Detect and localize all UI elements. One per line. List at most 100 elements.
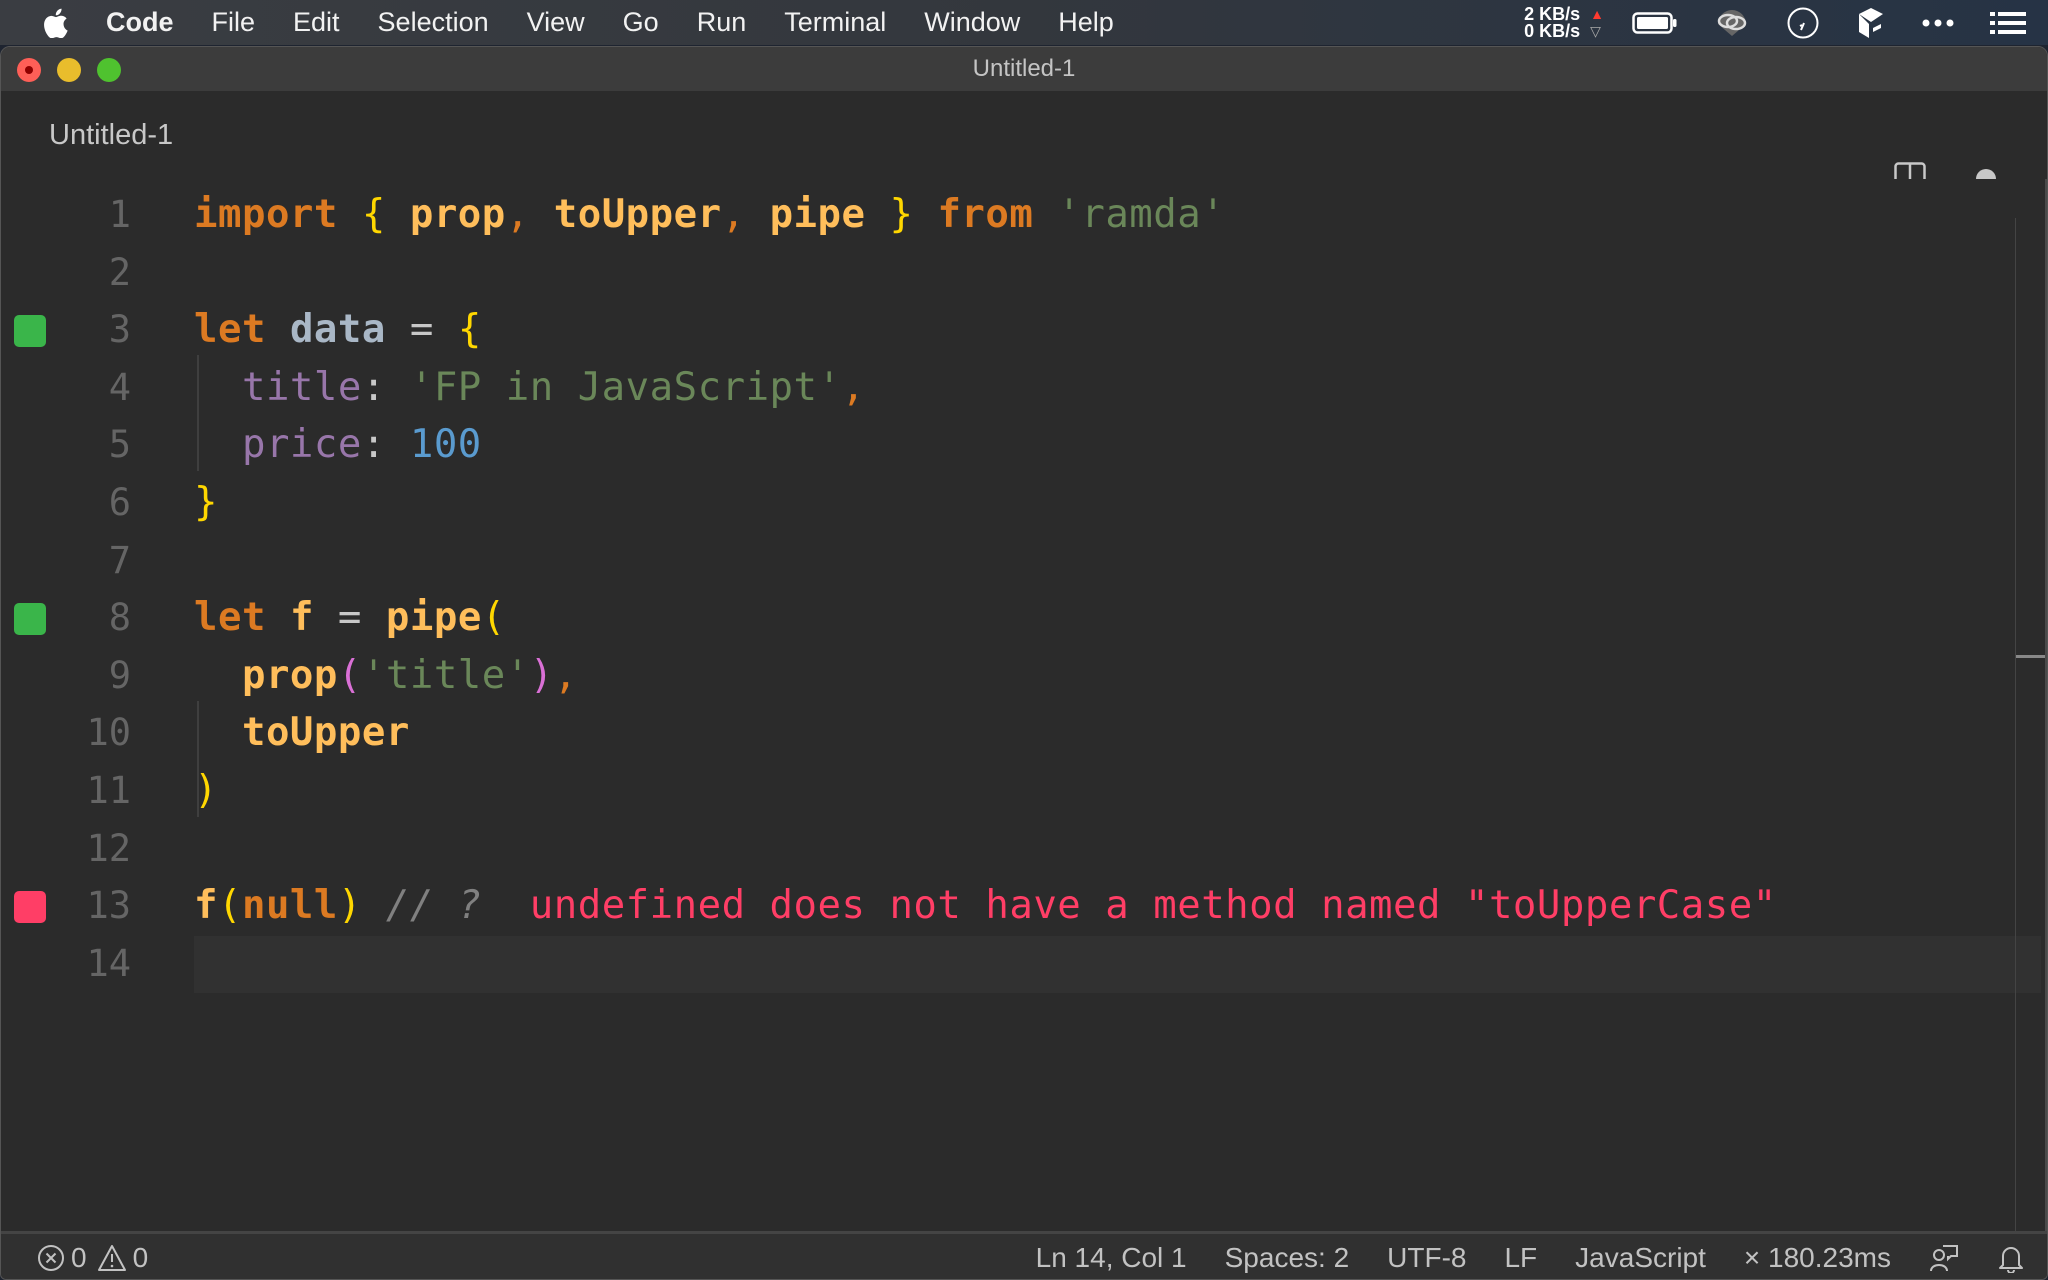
line-number: 10 [86, 711, 131, 755]
code-token: ( [337, 652, 362, 698]
code-line[interactable]: 1 import { prop, toUpper, pipe } from 'ra… [1, 187, 2041, 245]
line-code: f(null) // ? undefined does not have a m… [194, 882, 1777, 930]
code-line[interactable]: 14 [86, 935, 2041, 994]
window-title: Untitled-1 [972, 55, 1076, 82]
code-token: data [289, 307, 386, 353]
code-token: : [361, 422, 410, 468]
code-token: toUpper [241, 710, 410, 756]
menu-edit[interactable]: Edit [293, 7, 340, 38]
code-line[interactable]: 4 title: 'FP in JavaScript', [1, 360, 2041, 418]
menu-code[interactable]: Code [106, 7, 174, 38]
battery-icon[interactable] [1632, 11, 1678, 35]
menu-selection[interactable]: Selection [378, 7, 489, 38]
error-icon [37, 1244, 65, 1272]
line-number: 7 [108, 538, 131, 582]
window-maximize-button[interactable] [97, 58, 121, 82]
apple-logo-icon[interactable] [40, 8, 70, 38]
notifications-bell-icon[interactable] [1997, 1243, 2025, 1273]
network-upload-speed: 2 KB/s [1524, 3, 1581, 24]
window-titlebar[interactable]: Untitled-1 [1, 47, 2047, 91]
inline-error-message: undefined does not have a method named "… [529, 883, 1777, 929]
line-number: 3 [108, 308, 131, 352]
menu-window[interactable]: Window [924, 7, 1020, 38]
code-token: import [194, 192, 338, 237]
line-code: import { prop, toUpper, pipe } from 'ram… [194, 191, 1225, 239]
code-token: f [289, 595, 314, 641]
line-number: 2 [108, 250, 131, 294]
code-token: 100 [409, 422, 482, 468]
menu-help[interactable]: Help [1058, 7, 1114, 38]
code-line[interactable]: 13 f(null) // ? undefined does not have a… [1, 878, 2041, 936]
window-minimize-button[interactable] [57, 58, 81, 82]
minimap-border [2015, 218, 2016, 1273]
menu-view[interactable]: View [527, 7, 585, 38]
code-line[interactable]: 2 [1, 245, 2041, 303]
upload-arrow-icon: ▲ [1590, 5, 1604, 22]
code-line[interactable]: 6} [1, 475, 2041, 533]
code-token: : [361, 364, 410, 410]
code-line[interactable]: 7 [1, 533, 2041, 591]
feedback-icon[interactable] [1929, 1243, 1959, 1273]
code-line[interactable]: 9 prop('title'), [1, 648, 2041, 706]
code-line[interactable]: 5 price: 100 [1, 417, 2041, 475]
code-token: 'title' [361, 652, 530, 698]
code-token: } [889, 192, 914, 237]
line-number: 5 [108, 423, 131, 467]
network-speed[interactable]: 2 KB/s 0 KB/s [1524, 3, 1581, 40]
code-token: 'ramda' [1057, 192, 1226, 237]
warning-count: 0 [132, 1242, 149, 1273]
creative-cloud-icon[interactable] [1714, 8, 1750, 38]
overview-ruler-cursor[interactable] [2016, 655, 2047, 658]
code-token: prop [241, 652, 338, 698]
code-line[interactable]: 12 [1, 821, 2041, 879]
warning-icon [97, 1244, 127, 1272]
code-editor[interactable]: 1 import { prop, toUpper, pipe } from 'ra… [1, 179, 2041, 1273]
menu-run[interactable]: Run [697, 7, 747, 38]
menu-go[interactable]: Go [623, 7, 659, 38]
line-ending[interactable]: LF [1504, 1242, 1537, 1274]
line-number: 14 [86, 941, 131, 985]
indentation-setting[interactable]: Spaces: 2 [1225, 1242, 1350, 1274]
code-token: prop [409, 192, 506, 237]
menu-file[interactable]: File [212, 7, 256, 38]
code-line[interactable]: 11) [1, 763, 2041, 821]
file-encoding[interactable]: UTF-8 [1387, 1242, 1466, 1274]
menu-terminal[interactable]: Terminal [784, 7, 886, 38]
cursor-position[interactable]: Ln 14, Col 1 [1036, 1242, 1187, 1274]
code-token: , [721, 192, 746, 237]
clock-icon[interactable] [1786, 6, 1820, 40]
line-number: 4 [108, 365, 131, 409]
quokka-timing[interactable]: × 180.23ms [1744, 1242, 1891, 1274]
language-mode[interactable]: JavaScript [1575, 1242, 1706, 1274]
quokka-error-marker [14, 891, 46, 924]
menubar-tray: 2 KB/s 0 KB/s ▲ ▽ [1524, 0, 2048, 45]
status-bar-right: Ln 14, Col 1 Spaces: 2 UTF-8 LF JavaScri… [1036, 1242, 2025, 1274]
macos-menubar: Code File Edit Selection View Go Run Ter… [0, 0, 2048, 45]
notification-list-icon[interactable] [1990, 11, 2026, 35]
window-close-button[interactable] [17, 58, 41, 82]
code-line[interactable]: 8 let f = pipe( [1, 590, 2041, 648]
code-line[interactable]: 3 let data = { [1, 302, 2041, 360]
code-token: ( [217, 883, 242, 929]
dropbox-icon[interactable] [1856, 6, 1886, 40]
line-number: 6 [108, 481, 131, 524]
error-count: 0 [71, 1242, 87, 1273]
line-code: } [194, 479, 218, 527]
code-line[interactable]: 10 toUpper [1, 705, 2041, 763]
problems-indicator[interactable]: 0 0 [37, 1242, 148, 1274]
tab-untitled-1[interactable]: Untitled-1 [49, 119, 173, 152]
more-icon[interactable] [1922, 18, 1954, 28]
code-token: let [194, 595, 266, 641]
line-code: prop('title'), [194, 652, 578, 700]
editor-tab-bar: Untitled-1 [1, 91, 2047, 194]
